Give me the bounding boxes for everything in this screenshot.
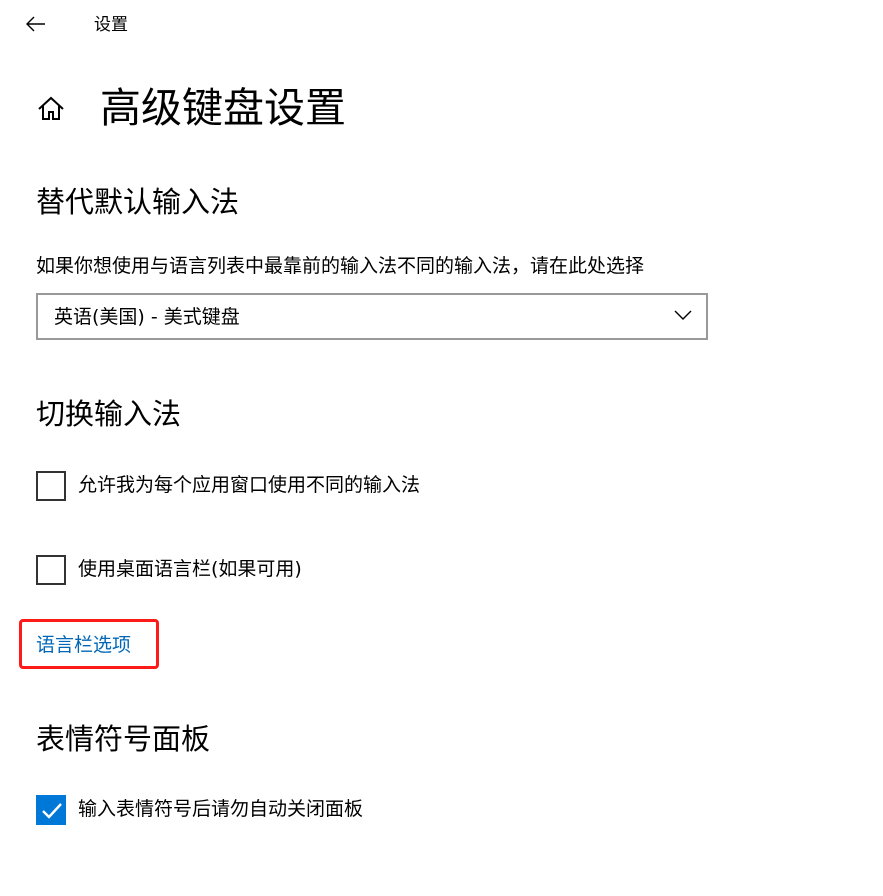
desktop-language-bar-checkbox-row[interactable]: 使用桌面语言栏(如果可用) <box>36 555 356 587</box>
settings-page: 设置 高级键盘设置 替代默认输入法 如果你想使用与语言列表中最靠前的输入法不同的… <box>0 0 883 896</box>
override-description: 如果你想使用与语言列表中最靠前的输入法不同的输入法，请在此处选择 <box>36 255 645 277</box>
per-app-input-checkbox[interactable] <box>36 471 66 501</box>
per-app-input-label: 允许我为每个应用窗口使用不同的输入法 <box>78 474 421 496</box>
language-bar-options-link[interactable]: 语言栏选项 <box>36 632 131 658</box>
desktop-language-bar-checkbox[interactable] <box>36 555 66 585</box>
app-title: 设置 <box>94 15 128 35</box>
dropdown-selected-value: 英语(美国) - 美式键盘 <box>54 306 240 328</box>
switch-section-heading: 切换输入法 <box>36 397 182 431</box>
override-section-heading: 替代默认输入法 <box>36 185 240 219</box>
emoji-panel-label: 输入表情符号后请勿自动关闭面板 <box>78 798 364 820</box>
back-arrow-icon <box>26 16 45 32</box>
page-title: 高级键盘设置 <box>100 84 346 132</box>
desktop-language-bar-label: 使用桌面语言栏(如果可用) <box>78 558 302 580</box>
back-button[interactable] <box>18 8 54 40</box>
emoji-panel-checkbox-row[interactable]: 输入表情符号后请勿自动关闭面板 <box>36 795 436 827</box>
title-bar: 设置 <box>0 0 883 50</box>
chevron-down-icon <box>674 310 692 320</box>
emoji-panel-checkbox[interactable] <box>36 795 66 825</box>
per-app-input-checkbox-row[interactable]: 允许我为每个应用窗口使用不同的输入法 <box>36 471 496 503</box>
emoji-section-heading: 表情符号面板 <box>36 722 211 756</box>
input-method-dropdown[interactable]: 英语(美国) - 美式键盘 <box>36 293 708 340</box>
checkmark-icon <box>42 803 62 819</box>
home-icon[interactable] <box>36 94 66 124</box>
